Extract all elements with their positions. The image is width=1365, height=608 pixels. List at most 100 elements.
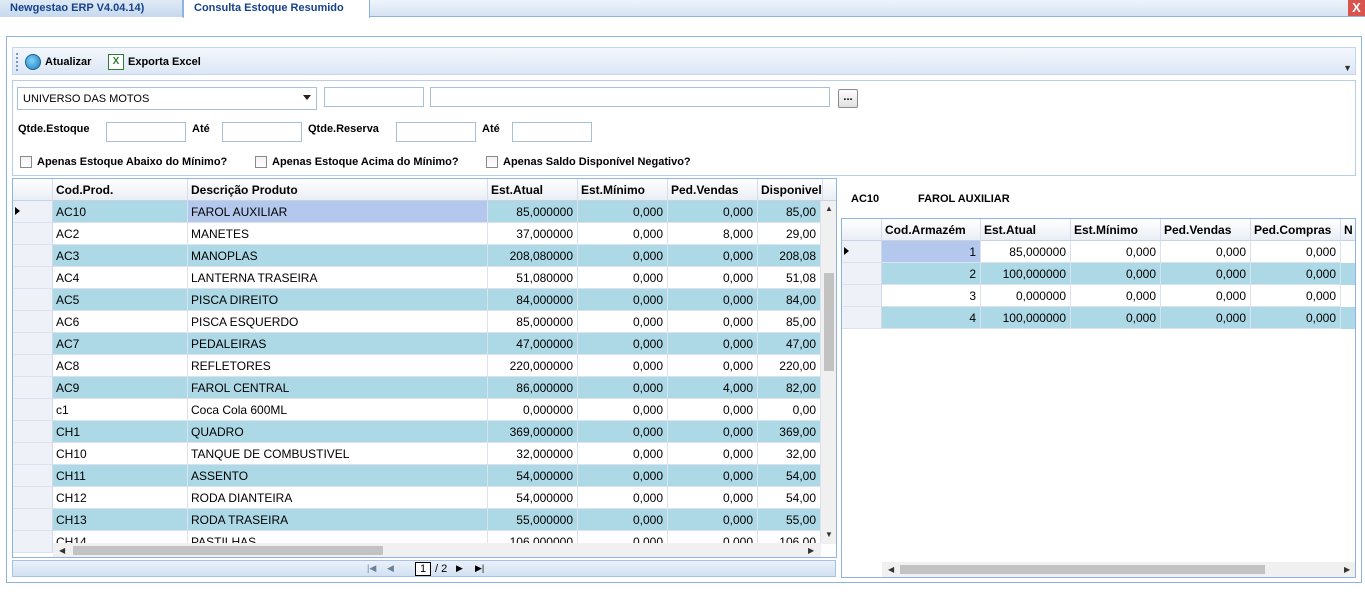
table-cell[interactable]: 0,000: [1161, 241, 1251, 263]
table-cell[interactable]: 0,000: [668, 487, 758, 509]
row-indicator[interactable]: [13, 245, 53, 267]
header-est-minimo[interactable]: Est.Mínimo: [1071, 219, 1161, 241]
prev-page-icon[interactable]: ◀: [387, 563, 394, 574]
table-cell[interactable]: 0,000: [1251, 263, 1341, 285]
table-cell[interactable]: 0,000: [578, 465, 668, 487]
table-row[interactable]: 1 85,000000 0,000 0,000 0,000: [842, 241, 1355, 263]
table-cell[interactable]: 0,000: [578, 487, 668, 509]
table-cell[interactable]: 0,000: [578, 421, 668, 443]
row-indicator[interactable]: [13, 377, 53, 399]
table-row[interactable]: AC4 LANTERNA TRASEIRA 51,080000 0,000 0,000 5…: [13, 267, 821, 289]
table-cell[interactable]: 0,000: [1071, 241, 1161, 263]
table-cell[interactable]: AC5: [53, 289, 188, 311]
table-cell[interactable]: 4,000: [668, 377, 758, 399]
table-cell[interactable]: 55,000000: [488, 509, 578, 531]
table-cell[interactable]: Coca Cola 600ML: [188, 399, 488, 421]
table-cell[interactable]: 0,000: [668, 355, 758, 377]
table-cell[interactable]: 54,000000: [488, 465, 578, 487]
table-cell[interactable]: 47,00: [758, 333, 821, 355]
row-indicator[interactable]: [842, 241, 882, 263]
table-cell[interactable]: 0,000: [1251, 241, 1341, 263]
table-row[interactable]: AC2 MANETES 37,000000 0,000 8,000 29,00: [13, 223, 821, 245]
row-indicator[interactable]: [842, 285, 882, 307]
table-cell[interactable]: 54,000000: [488, 487, 578, 509]
horizontal-scrollbar[interactable]: ◀ ▶: [53, 543, 821, 557]
toolbar-overflow-icon[interactable]: ▼: [1343, 63, 1352, 73]
table-cell[interactable]: CH10: [53, 443, 188, 465]
scroll-down-icon[interactable]: ▼: [825, 530, 833, 539]
product-description-input[interactable]: [430, 87, 830, 107]
table-cell[interactable]: 29,00: [758, 223, 821, 245]
header-est-minimo[interactable]: Est.Mínimo: [578, 179, 668, 201]
table-cell[interactable]: 0,000000: [488, 399, 578, 421]
tab-main-app[interactable]: Newgestao ERP V4.04.14): [0, 0, 183, 17]
table-cell[interactable]: 0,000: [578, 245, 668, 267]
row-indicator[interactable]: [13, 487, 53, 509]
table-row[interactable]: AC10 FAROL AUXILIAR 85,000000 0,000 0,000 85,…: [13, 201, 821, 223]
chevron-down-icon[interactable]: [303, 95, 311, 100]
table-cell[interactable]: 85,000000: [981, 241, 1071, 263]
table-row[interactable]: 3 0,000000 0,000 0,000 0,000: [842, 285, 1355, 307]
table-cell[interactable]: AC10: [53, 201, 188, 223]
table-cell[interactable]: 0,000: [668, 443, 758, 465]
table-row[interactable]: AC7 PEDALEIRAS 47,000000 0,000 0,000 47,00: [13, 333, 821, 355]
table-cell[interactable]: 0,000: [668, 311, 758, 333]
qtde-estoque-from-input[interactable]: [106, 122, 186, 142]
table-cell[interactable]: 0,000: [668, 245, 758, 267]
row-indicator[interactable]: [13, 531, 53, 553]
table-cell[interactable]: c1: [53, 399, 188, 421]
table-row[interactable]: CH10 TANQUE DE COMBUSTIVEL 32,000000 0,000 0…: [13, 443, 821, 465]
row-indicator[interactable]: [13, 509, 53, 531]
scroll-right-icon[interactable]: ▶: [808, 546, 814, 555]
toolbar-grip-icon[interactable]: [16, 53, 19, 71]
table-cell[interactable]: 3: [882, 285, 981, 307]
table-cell[interactable]: 0,000: [578, 201, 668, 223]
row-indicator[interactable]: [13, 333, 53, 355]
table-cell[interactable]: 0,000: [1161, 263, 1251, 285]
header-cod-prod[interactable]: Cod.Prod.: [53, 179, 188, 201]
row-indicator[interactable]: [13, 223, 53, 245]
table-row[interactable]: CH1 QUADRO 369,000000 0,000 0,000 369,00: [13, 421, 821, 443]
table-cell[interactable]: FAROL CENTRAL: [188, 377, 488, 399]
table-cell[interactable]: 0,000: [668, 201, 758, 223]
table-cell[interactable]: REFLETORES: [188, 355, 488, 377]
table-cell[interactable]: 82,00: [758, 377, 821, 399]
table-cell[interactable]: 208,08: [758, 245, 821, 267]
table-cell[interactable]: 0,000: [668, 399, 758, 421]
table-cell[interactable]: 0,000: [668, 289, 758, 311]
last-page-icon[interactable]: ▶|: [475, 563, 484, 574]
table-cell[interactable]: 47,000000: [488, 333, 578, 355]
table-cell[interactable]: AC2: [53, 223, 188, 245]
table-cell[interactable]: 0,000: [1251, 285, 1341, 307]
table-row[interactable]: AC8 REFLETORES 220,000000 0,000 0,000 220,00: [13, 355, 821, 377]
detail-horizontal-scrollbar[interactable]: ◀ ▶: [882, 562, 1355, 577]
product-code-input[interactable]: [324, 87, 424, 107]
checkbox[interactable]: [20, 156, 32, 168]
header-ped-vendas[interactable]: Ped.Vendas: [1161, 219, 1251, 241]
table-row[interactable]: c1 Coca Cola 600ML 0,000000 0,000 0,000 0,00: [13, 399, 821, 421]
table-cell[interactable]: 100,000000: [981, 263, 1071, 285]
table-row[interactable]: CH12 RODA DIANTEIRA 54,000000 0,000 0,000 54,…: [13, 487, 821, 509]
header-ped-compras[interactable]: Ped.Compras: [1251, 219, 1341, 241]
table-cell[interactable]: 54,00: [758, 487, 821, 509]
table-row[interactable]: CH13 RODA TRASEIRA 55,000000 0,000 0,000 55,0…: [13, 509, 821, 531]
table-row[interactable]: AC5 PISCA DIREITO 84,000000 0,000 0,000 84,00: [13, 289, 821, 311]
page-number-input[interactable]: 1: [415, 562, 431, 576]
qtde-reserva-to-input[interactable]: [512, 122, 592, 142]
table-cell[interactable]: CH1: [53, 421, 188, 443]
table-cell[interactable]: 369,000000: [488, 421, 578, 443]
table-cell[interactable]: PISCA ESQUERDO: [188, 311, 488, 333]
table-cell[interactable]: 32,000000: [488, 443, 578, 465]
table-row[interactable]: 2 100,000000 0,000 0,000 0,000: [842, 263, 1355, 285]
table-cell[interactable]: 51,08: [758, 267, 821, 289]
table-cell[interactable]: 0,000: [668, 421, 758, 443]
row-indicator[interactable]: [13, 267, 53, 289]
table-cell[interactable]: 85,00: [758, 311, 821, 333]
table-cell[interactable]: 37,000000: [488, 223, 578, 245]
horizontal-scroll-thumb[interactable]: [73, 546, 383, 555]
table-cell[interactable]: 0,000: [578, 311, 668, 333]
table-cell[interactable]: 0,000: [578, 443, 668, 465]
table-cell[interactable]: 8,000: [668, 223, 758, 245]
table-cell[interactable]: TANQUE DE COMBUSTIVEL: [188, 443, 488, 465]
row-indicator[interactable]: [13, 421, 53, 443]
